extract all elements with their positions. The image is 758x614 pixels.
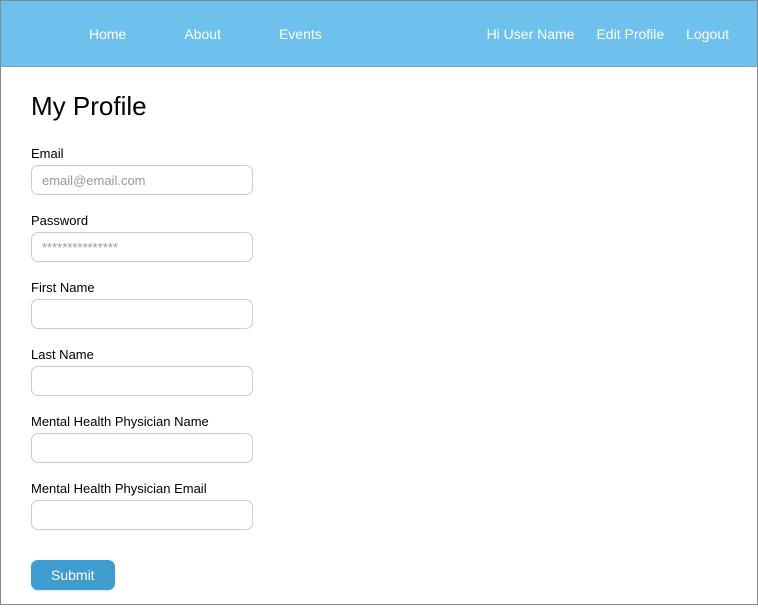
physician-name-group: Mental Health Physician Name [31,414,727,463]
physician-email-group: Mental Health Physician Email [31,481,727,530]
physician-name-label: Mental Health Physician Name [31,414,727,429]
content: My Profile Email Password First Name Las… [1,67,757,614]
first-name-label: First Name [31,280,727,295]
email-group: Email [31,146,727,195]
submit-button[interactable]: Submit [31,560,115,590]
physician-email-label: Mental Health Physician Email [31,481,727,496]
navbar: Home About Events Hi User Name Edit Prof… [1,1,757,67]
last-name-label: Last Name [31,347,727,362]
nav-events-link[interactable]: Events [279,26,322,42]
nav-edit-profile-link[interactable]: Edit Profile [596,26,664,42]
nav-about-link[interactable]: About [184,26,221,42]
password-label: Password [31,213,727,228]
nav-right: Hi User Name Edit Profile Logout [487,26,729,42]
nav-left: Home About Events [89,26,322,42]
physician-email-input[interactable] [31,500,253,530]
first-name-input[interactable] [31,299,253,329]
page-title: My Profile [31,91,727,122]
email-label: Email [31,146,727,161]
last-name-group: Last Name [31,347,727,396]
physician-name-input[interactable] [31,433,253,463]
nav-greeting: Hi User Name [487,26,575,42]
first-name-group: First Name [31,280,727,329]
email-input[interactable] [31,165,253,195]
nav-logout-link[interactable]: Logout [686,26,729,42]
password-input[interactable] [31,232,253,262]
password-group: Password [31,213,727,262]
nav-home-link[interactable]: Home [89,26,126,42]
last-name-input[interactable] [31,366,253,396]
